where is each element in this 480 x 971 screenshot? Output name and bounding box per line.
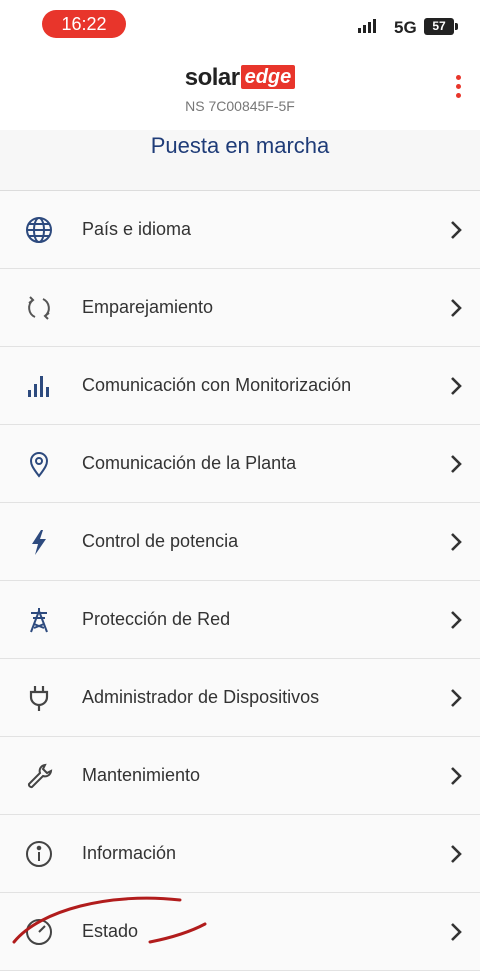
signal-icon bbox=[358, 19, 376, 33]
menu-item-label: Protección de Red bbox=[82, 609, 231, 629]
battery-icon: 57 bbox=[424, 18, 458, 35]
chevron-right-icon bbox=[451, 533, 462, 551]
menu-item-label: Emparejamiento bbox=[82, 297, 214, 317]
menu-item-label: Comunicación con Monitorización bbox=[82, 375, 352, 395]
bar-chart-icon bbox=[24, 371, 54, 401]
menu-item-control-potencia[interactable]: Control de potencia bbox=[0, 503, 480, 581]
logo-edge-text: edge bbox=[240, 65, 296, 89]
app-header: solar edge NS 7C00845F-5F bbox=[0, 52, 480, 131]
chevron-right-icon bbox=[451, 455, 462, 473]
menu-item-comunicacion-monitorizacion[interactable]: Comunicación con Monitorización bbox=[0, 347, 480, 425]
lightning-icon bbox=[24, 527, 54, 557]
kebab-menu-icon[interactable] bbox=[446, 72, 470, 112]
network-type: 5G bbox=[394, 18, 417, 37]
globe-icon bbox=[24, 215, 54, 245]
wrench-icon bbox=[24, 761, 54, 791]
menu-item-estado[interactable]: Estado bbox=[0, 893, 480, 971]
menu-item-emparejamiento[interactable]: Emparejamiento bbox=[0, 269, 480, 347]
chevron-right-icon bbox=[451, 923, 462, 941]
menu-item-comunicacion-planta[interactable]: Comunicación de la Planta bbox=[0, 425, 480, 503]
menu-item-administrador-dispositivos[interactable]: Administrador de Dispositivos bbox=[0, 659, 480, 737]
menu-item-pais-idioma[interactable]: País e idioma bbox=[0, 191, 480, 269]
chevron-right-icon bbox=[451, 767, 462, 785]
chevron-right-icon bbox=[451, 377, 462, 395]
menu-item-label: Mantenimiento bbox=[82, 765, 201, 785]
menu-item-label: País e idioma bbox=[82, 219, 192, 239]
location-pin-icon bbox=[24, 449, 54, 479]
plug-icon bbox=[24, 683, 54, 713]
menu-item-label: Administrador de Dispositivos bbox=[82, 687, 320, 707]
menu-item-informacion[interactable]: Información bbox=[0, 815, 480, 893]
menu-item-label: Comunicación de la Planta bbox=[82, 453, 297, 473]
chevron-right-icon bbox=[451, 845, 462, 863]
menu-item-proteccion-red[interactable]: Protección de Red bbox=[0, 581, 480, 659]
solaredge-logo: solar edge bbox=[0, 64, 480, 92]
power-tower-icon bbox=[24, 605, 54, 635]
device-serial: NS 7C00845F-5F bbox=[185, 98, 295, 114]
chevron-right-icon bbox=[451, 611, 462, 629]
menu-item-label: Estado bbox=[82, 921, 139, 941]
page-title: Puesta en marcha bbox=[0, 130, 480, 191]
clock-time: 16:22 bbox=[42, 10, 126, 38]
chevron-right-icon bbox=[451, 299, 462, 317]
chevron-right-icon bbox=[451, 221, 462, 239]
menu-item-label: Control de potencia bbox=[82, 531, 239, 551]
sync-icon bbox=[24, 293, 54, 323]
menu-item-label: Información bbox=[82, 843, 177, 863]
info-icon bbox=[24, 839, 54, 869]
gauge-icon bbox=[24, 917, 54, 947]
status-bar: 16:22 5G 57 bbox=[0, 0, 480, 52]
menu-item-mantenimiento[interactable]: Mantenimiento bbox=[0, 737, 480, 815]
chevron-right-icon bbox=[451, 689, 462, 707]
commissioning-menu: País e idioma Emparejamiento Comunicació… bbox=[0, 191, 480, 971]
logo-solar-text: solar bbox=[184, 64, 240, 91]
